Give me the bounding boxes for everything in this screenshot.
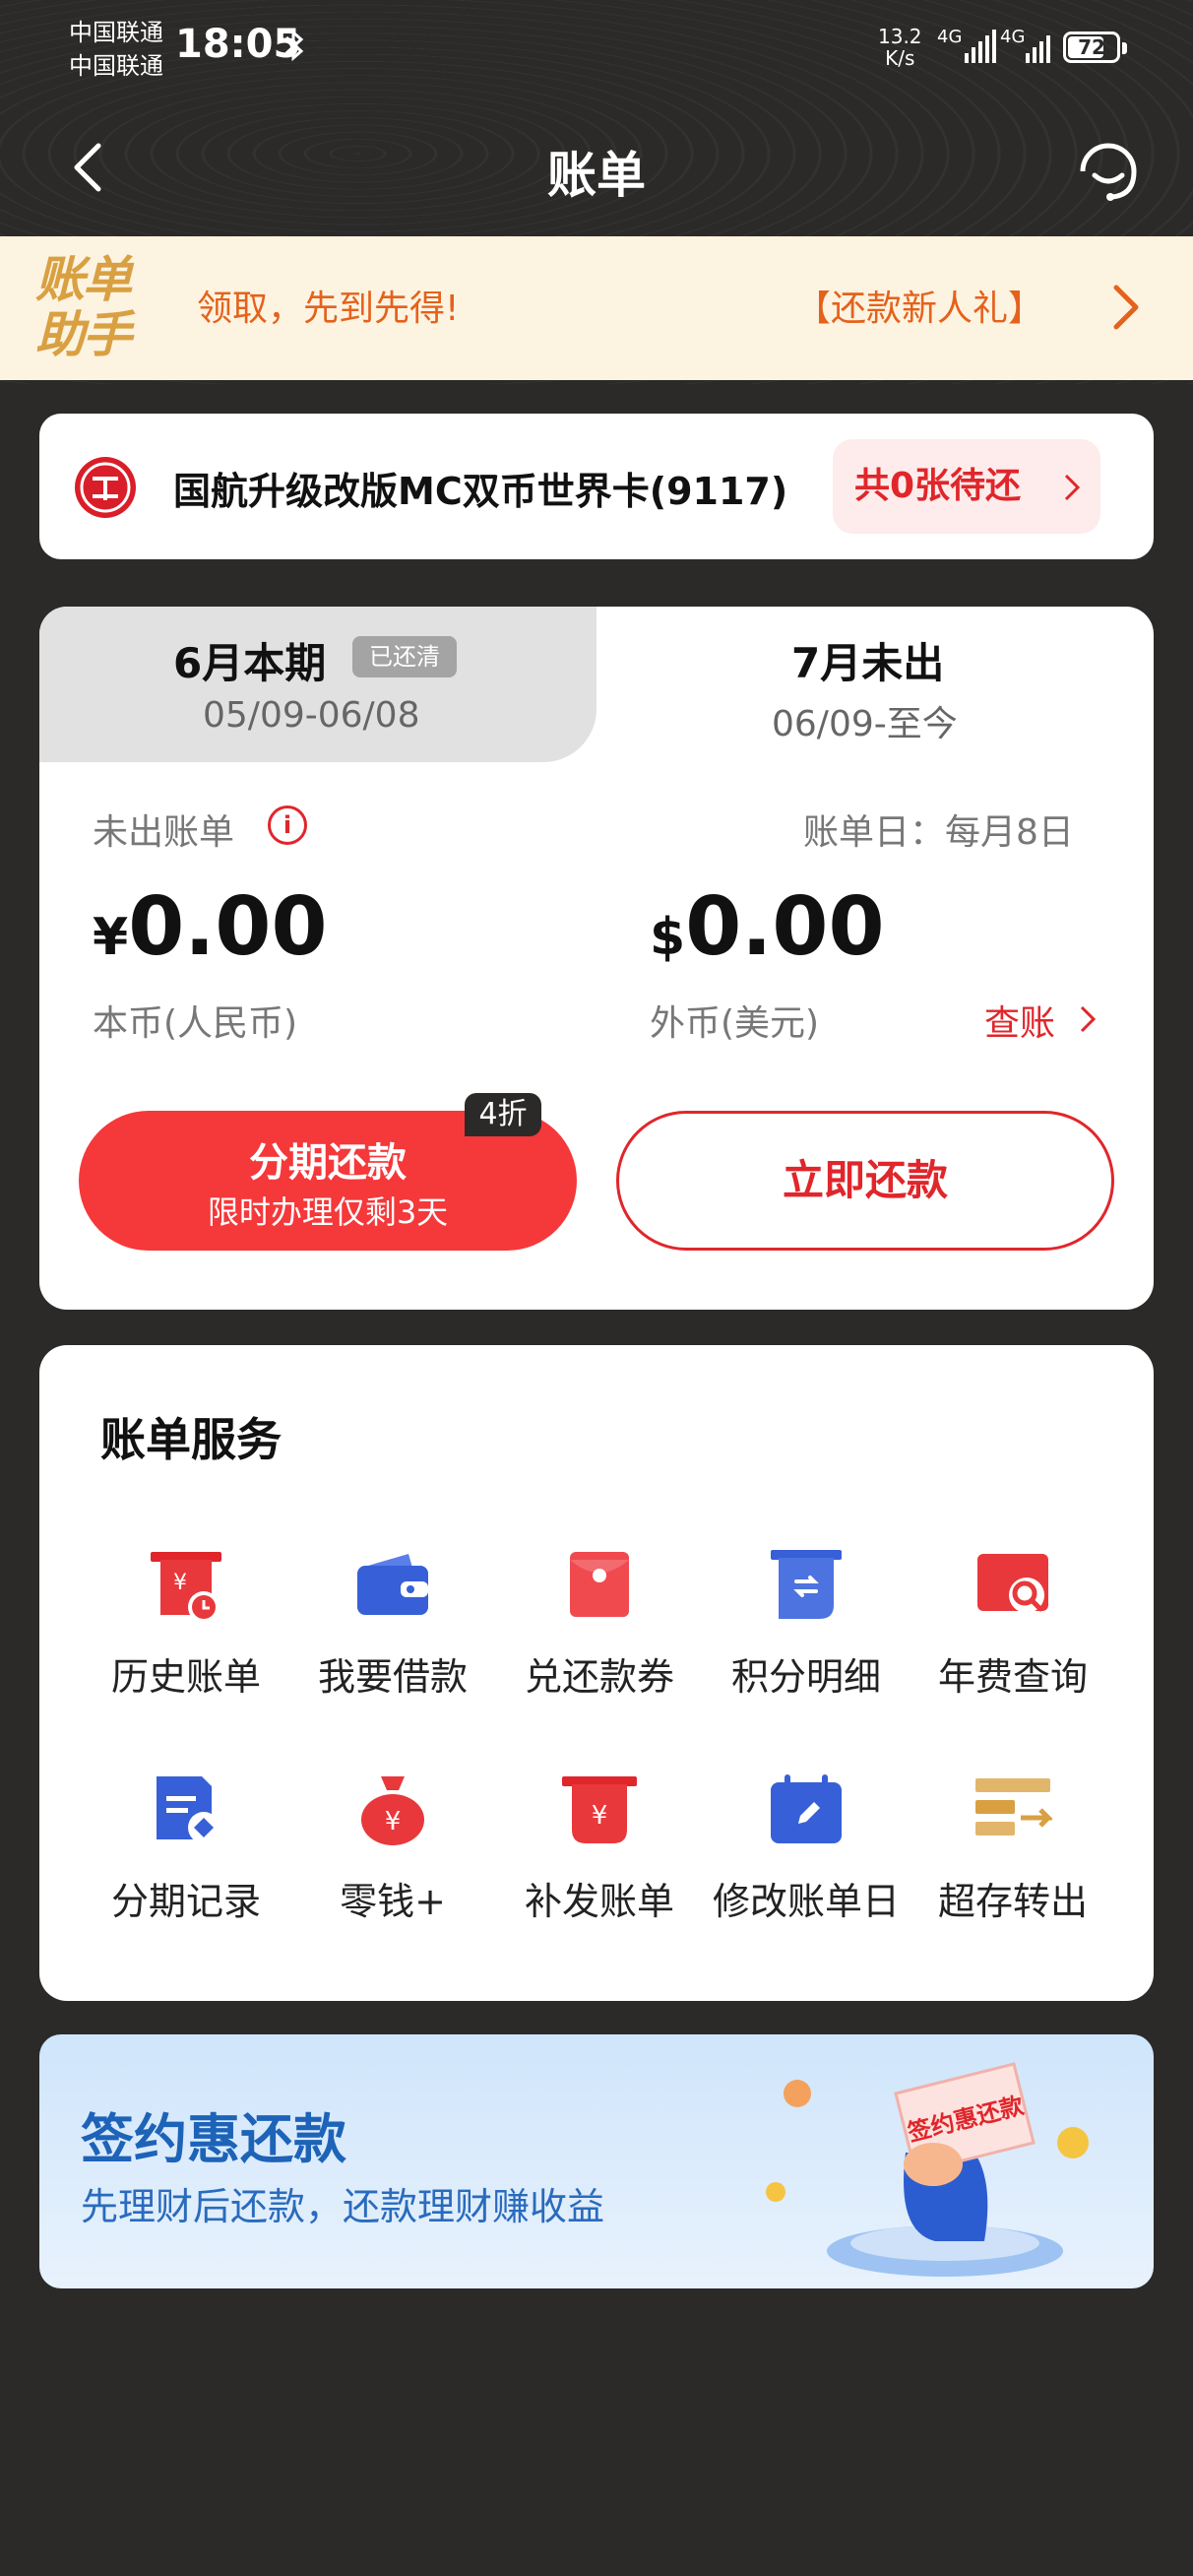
- installment-subtitle: 限时办理仅剩3天: [207, 1193, 449, 1231]
- card-name: 国航升级改版MC双币世界卡(9117): [173, 470, 788, 513]
- paid-status-badge: 已还清: [352, 636, 457, 677]
- cny-label: 本币(人民币): [93, 1003, 298, 1044]
- discount-badge: 4折: [465, 1093, 541, 1136]
- service-annual-fee[interactable]: 年费查询: [910, 1546, 1116, 1713]
- bill-helper-logo: 账单 助手: [35, 251, 132, 363]
- check-account-link[interactable]: 查账: [984, 995, 1097, 1046]
- service-label: 修改账单日: [712, 1880, 900, 1923]
- services-title: 账单服务: [100, 1413, 282, 1466]
- promo-subtitle: 先理财后还款，还款理财赚收益: [81, 2185, 605, 2228]
- pending-cards-label: 共0张待还: [854, 466, 1022, 506]
- tab-current-range: 05/09-06/08: [203, 695, 420, 736]
- promo-banner[interactable]: 签约惠还款 先理财后还款，还款理财赚收益 签约惠还款: [39, 2034, 1154, 2288]
- info-icon[interactable]: i: [268, 805, 307, 845]
- wallet-icon: [357, 1554, 428, 1615]
- credit-card-row[interactable]: 国航升级改版MC双币世界卡(9117) 共0张待还: [39, 414, 1154, 559]
- status-bar: 中国联通 中国联通 18:05 13.2 K/s 4G 4G 72: [0, 0, 1193, 98]
- signal-bars-1-icon: [965, 28, 996, 63]
- service-borrow[interactable]: 我要借款: [289, 1546, 496, 1713]
- service-label: 积分明细: [730, 1655, 881, 1699]
- usd-label: 外币(美元): [650, 1003, 820, 1044]
- bill-status-label: 未出账单: [93, 812, 235, 853]
- tab-next-range: 06/09-至今: [772, 704, 958, 744]
- service-redeem-coupon[interactable]: 兑还款券: [496, 1546, 703, 1713]
- bill-services-card: 账单服务 ¥ 历史账单 我要借款 兑还款券 积分明细 年费查询 分期记录 ¥ 零…: [39, 1345, 1154, 2001]
- chevron-right-icon: [1113, 285, 1139, 330]
- pending-cards-button[interactable]: 共0张待还: [833, 439, 1100, 534]
- carrier-label: 中国联通 中国联通: [69, 16, 163, 83]
- points-icon: [771, 1550, 842, 1619]
- promo-title: 签约惠还款: [81, 2108, 346, 2170]
- page-title: 账单: [547, 147, 646, 204]
- service-label: 零钱+: [340, 1880, 446, 1923]
- clock: 18:05: [175, 22, 301, 67]
- installment-record-icon: [157, 1776, 220, 1843]
- marquee-text-left: 领取，先到先得!: [197, 289, 460, 329]
- history-bill-icon: ¥: [151, 1552, 221, 1623]
- chevron-right-icon: [1080, 1005, 1097, 1033]
- carrier-2: 中国联通: [69, 52, 163, 80]
- chevron-right-icon: [1064, 474, 1081, 501]
- calendar-edit-icon: [771, 1774, 842, 1843]
- headset-icon: [1080, 143, 1137, 201]
- service-points-detail[interactable]: 积分明细: [703, 1546, 910, 1713]
- bill-day-label: 账单日：每月8日: [803, 812, 1074, 853]
- usd-amount: $0.00: [650, 880, 885, 974]
- service-label: 年费查询: [937, 1655, 1088, 1699]
- signal-type-2: 4G: [1000, 27, 1026, 47]
- service-installment-record[interactable]: 分期记录: [83, 1771, 289, 1938]
- money-bag-icon: ¥: [361, 1776, 424, 1845]
- service-label: 超存转出: [937, 1880, 1088, 1923]
- installment-title: 分期还款: [249, 1140, 407, 1186]
- tab-next-title[interactable]: 7月未出: [791, 630, 944, 690]
- svg-text:¥: ¥: [385, 1807, 402, 1836]
- banner-fade: [1055, 236, 1095, 380]
- annual-fee-search-icon: [977, 1554, 1048, 1613]
- service-history-bill[interactable]: ¥ 历史账单: [83, 1546, 289, 1713]
- cny-amount: ¥0.00: [93, 880, 328, 974]
- marquee-text-right: 【还款新人礼】: [795, 289, 1044, 329]
- red-envelope-icon: [570, 1552, 629, 1617]
- service-label: 兑还款券: [524, 1655, 674, 1699]
- bluetooth-icon: [283, 28, 305, 71]
- nav-bar: 账单: [0, 118, 1193, 217]
- tab-current-title[interactable]: 6月本期: [173, 630, 326, 690]
- battery-icon: 72: [1063, 32, 1127, 63]
- service-change-plus[interactable]: ¥ 零钱+: [289, 1771, 496, 1938]
- transfer-out-icon: [975, 1778, 1052, 1835]
- carrier-1: 中国联通: [69, 19, 163, 46]
- service-change-bill-day[interactable]: 修改账单日: [703, 1771, 910, 1938]
- svg-text:¥: ¥: [592, 1801, 608, 1831]
- battery-level: 72: [1078, 35, 1105, 59]
- bill-summary-card: 6月本期 已还清 05/09-06/08 7月未出 06/09-至今 未出账单 …: [39, 607, 1154, 1310]
- signal-bars-2-icon: [1026, 28, 1050, 63]
- svg-text:¥: ¥: [173, 1571, 187, 1595]
- promo-marquee-banner[interactable]: 账单 助手 领取，先到先得! 【还款新人礼】: [0, 236, 1193, 380]
- pay-now-button[interactable]: 立即还款: [616, 1111, 1114, 1251]
- customer-service-button[interactable]: [1073, 130, 1144, 205]
- banner-arrow-button[interactable]: [1106, 278, 1146, 337]
- hand-holding-card-illustration: 签约惠还款: [766, 2062, 1089, 2277]
- signal-type-1: 4G: [937, 27, 963, 47]
- service-excess-transfer[interactable]: 超存转出: [910, 1771, 1116, 1938]
- service-label: 分期记录: [110, 1880, 261, 1923]
- service-reissue-bill[interactable]: ¥ 补发账单: [496, 1771, 703, 1938]
- service-label: 历史账单: [110, 1655, 261, 1699]
- citic-bank-logo-icon: [73, 455, 138, 520]
- network-speed: 13.2 K/s: [878, 25, 922, 70]
- service-label: 补发账单: [524, 1880, 674, 1923]
- reissue-bill-icon: ¥: [562, 1776, 637, 1843]
- service-label: 我要借款: [317, 1655, 468, 1699]
